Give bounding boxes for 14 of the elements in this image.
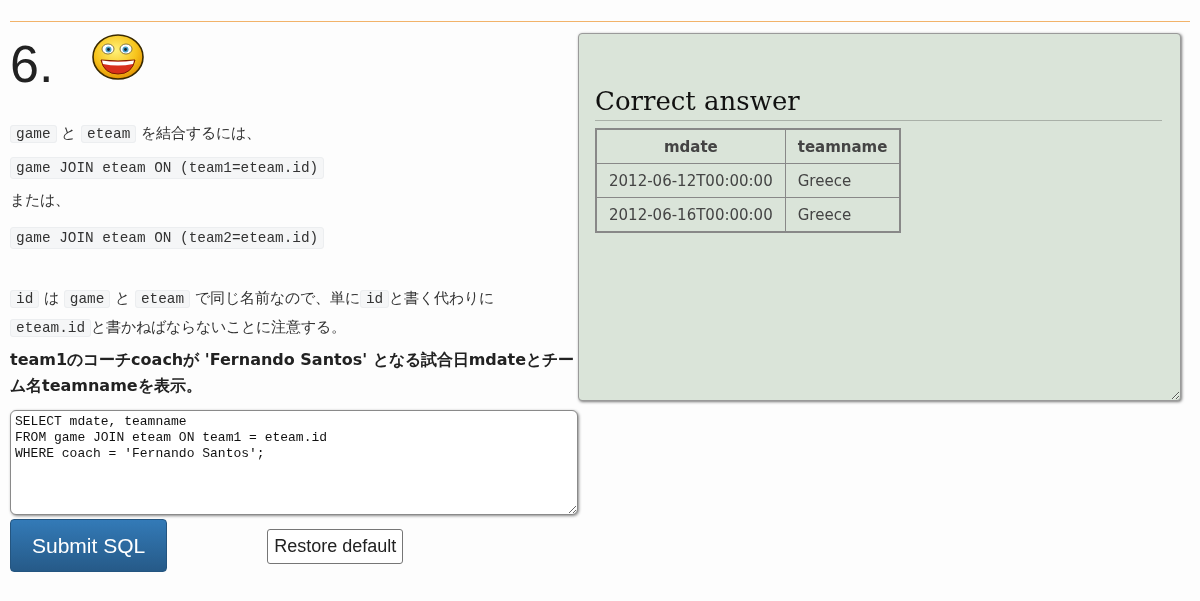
code-snippet: game JOIN eteam ON (team2=eteam.id) — [10, 227, 325, 249]
submit-button[interactable]: Submit SQL — [10, 519, 168, 572]
explanation-text: id は game と eteam で同じ名前なので、単に id と書く代わりに eteam.id と書かねばならないことに注意する。 — [10, 284, 560, 342]
restore-default-button[interactable]: Restore default — [267, 529, 404, 564]
smiley-icon — [92, 34, 145, 80]
question-number: 6. — [10, 36, 54, 92]
code-snippet: game JOIN eteam ON (team1=eteam.id) — [10, 157, 325, 179]
column-header: mdate — [596, 129, 786, 164]
explanation-text: game と eteam を結合するには、 — [10, 121, 578, 145]
explanation-text: または、 — [10, 190, 71, 211]
table-cell: 2012-06-12T00:00:00 — [596, 163, 786, 198]
task-prompt: team1のコーチcoachが 'Fernando Santos' となる試合日mdateとチーム名teamnameを表示。 — [10, 349, 576, 397]
sql-editor[interactable]: SELECT mdate, teamname FROM game JOIN eteam ON team1 = eteam.id WHERE coach = 'Fernando Santos'; — [10, 410, 578, 515]
answer-title: Correct answer — [595, 84, 1162, 121]
